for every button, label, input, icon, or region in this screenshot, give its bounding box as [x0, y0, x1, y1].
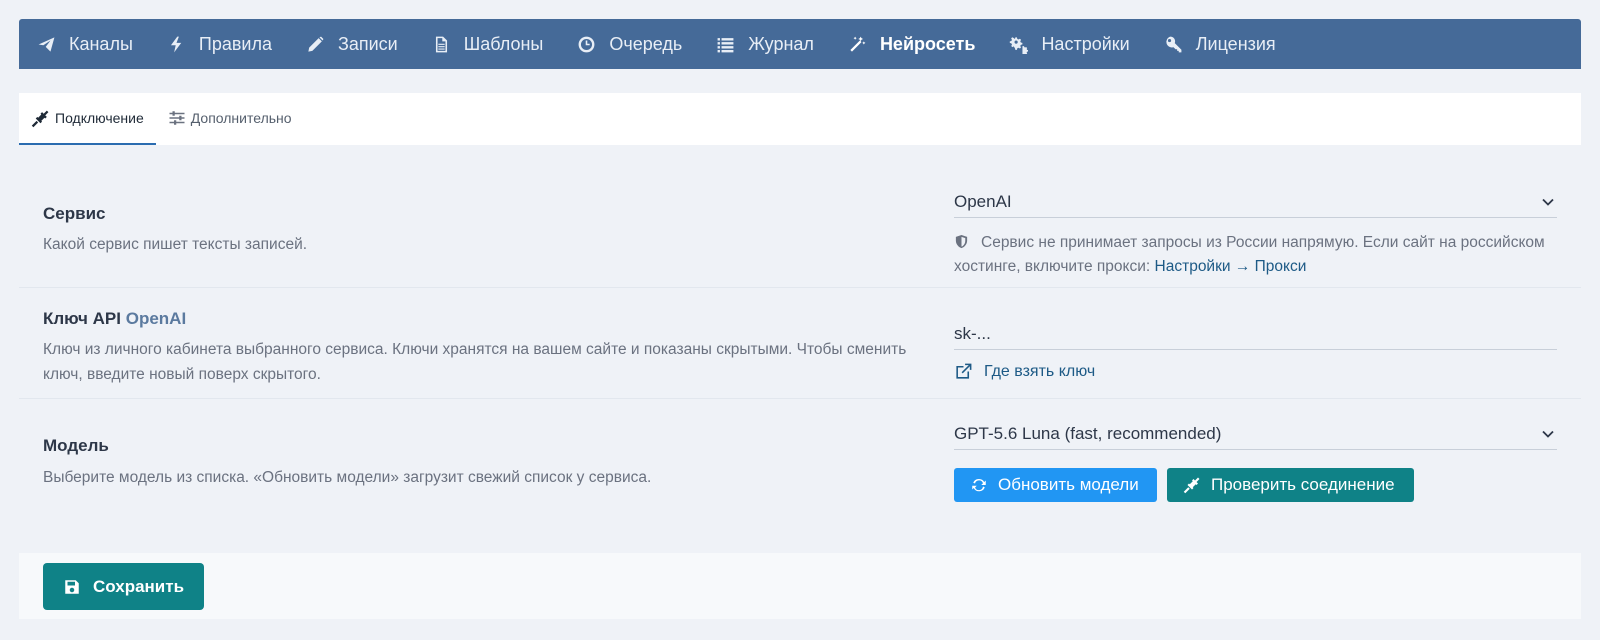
nav-item-label: Каналы: [69, 33, 133, 54]
api-key-desc: Ключ из личного кабинета выбранного серв…: [43, 341, 907, 383]
clock-icon: [578, 36, 595, 52]
tab-label: Подключение: [55, 110, 144, 126]
list-icon: [717, 37, 734, 52]
nav-item-label: Лицензия: [1195, 33, 1276, 54]
api-key-input-value: sk-...: [954, 323, 991, 343]
nav-item-label: Записи: [337, 33, 398, 54]
sliders-icon: [169, 111, 185, 125]
magic-wand-icon: [850, 36, 866, 52]
api-key-input[interactable]: sk-...: [954, 318, 1557, 350]
nav-item-queue[interactable]: Очередь: [577, 19, 682, 69]
sub-tabs: Подключение Дополнительно: [19, 93, 1581, 145]
service-select-value: OpenAI: [954, 191, 1012, 211]
tab-label: Дополнительно: [190, 110, 292, 126]
save-icon: [65, 579, 79, 594]
plug-icon: [31, 110, 49, 127]
paper-plane-icon: [38, 36, 55, 52]
shield-icon: [955, 234, 968, 249]
nav-item-templates[interactable]: Шаблоны: [432, 19, 544, 69]
api-key-title-text: Ключ API: [43, 309, 121, 328]
get-key-link[interactable]: Где взять ключ: [954, 362, 1095, 381]
nav-item-label: Журнал: [748, 33, 814, 54]
key-icon: [1166, 36, 1182, 52]
nav-item-license[interactable]: Лицензия: [1164, 19, 1276, 69]
save-button-label: Сохранить: [93, 576, 185, 596]
nav-item-rules[interactable]: Правила: [167, 19, 272, 69]
nav-item-label: Правила: [198, 33, 272, 54]
nav-item-ai[interactable]: Нейросеть: [848, 19, 976, 69]
cogs-icon: [1010, 36, 1029, 54]
model-select[interactable]: GPT-5.6 Luna (fast, recommended): [954, 418, 1557, 450]
save-button[interactable]: Сохранить: [43, 563, 205, 610]
tab-connection[interactable]: Подключение: [19, 93, 156, 145]
api-key-service-name: OpenAI: [125, 309, 187, 328]
nav-item-label: Шаблоны: [463, 33, 544, 54]
bolt-icon: [170, 36, 182, 52]
proxy-settings-link[interactable]: Настройки → Прокси: [1155, 258, 1307, 275]
pencil-icon: [308, 36, 324, 52]
external-link-icon: [956, 363, 972, 379]
refresh-models-label: Обновить модели: [998, 475, 1139, 494]
proxy-note: Сервис не принимает запросы из России на…: [954, 231, 1574, 279]
model-desc: Выберите модель из списка. «Обновить мод…: [43, 469, 652, 486]
nav-item-posts[interactable]: Записи: [306, 19, 398, 69]
refresh-models-button[interactable]: Обновить модели: [954, 468, 1157, 502]
get-key-link-label: Где взять ключ: [984, 362, 1096, 380]
main-nav: Каналы Правила Записи Шаблоны Очередь Жу…: [19, 19, 1581, 69]
nav-item-channels[interactable]: Каналы: [37, 19, 133, 69]
check-connection-button[interactable]: Проверить соединение: [1167, 468, 1414, 502]
model-title: Модель: [43, 436, 109, 455]
chevron-down-icon: [1542, 430, 1554, 438]
nav-item-label: Нейросеть: [879, 33, 976, 54]
form-footer: Сохранить: [19, 553, 1581, 619]
service-select[interactable]: OpenAI: [954, 186, 1557, 218]
plug-icon: [1183, 477, 1200, 494]
service-title: Сервис: [43, 204, 106, 223]
model-select-value: GPT-5.6 Luna (fast, recommended): [954, 423, 1222, 443]
nav-item-log[interactable]: Журнал: [716, 19, 814, 69]
check-connection-label: Проверить соединение: [1211, 475, 1395, 494]
file-text-icon: [435, 36, 447, 52]
nav-item-label: Очередь: [609, 33, 683, 54]
nav-item-label: Настройки: [1041, 33, 1130, 54]
nav-item-settings[interactable]: Настройки: [1009, 19, 1130, 69]
refresh-icon: [972, 478, 986, 492]
tab-advanced[interactable]: Дополнительно: [156, 93, 304, 145]
service-desc: Какой сервис пишет тексты записей.: [43, 236, 308, 253]
chevron-down-icon: [1542, 198, 1554, 206]
api-key-title: Ключ API OpenAI: [43, 309, 186, 329]
